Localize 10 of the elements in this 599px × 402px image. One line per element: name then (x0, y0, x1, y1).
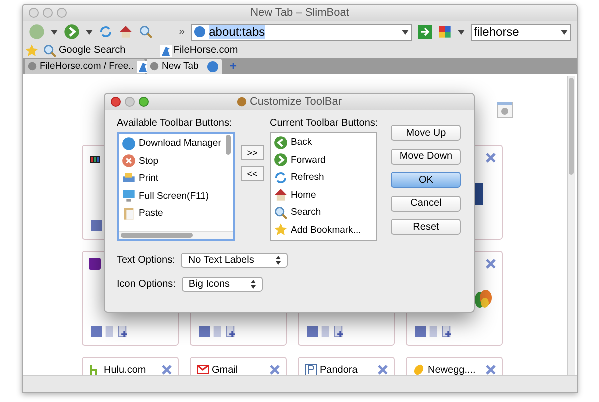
tile-title: Gmail (212, 364, 240, 375)
option-label: Icon Options: (117, 279, 176, 290)
option-label: Text Options: (117, 255, 176, 266)
tile-title: Newegg.... (428, 364, 477, 375)
tile-title: Hulu.com (104, 364, 148, 375)
list-label: Available Toolbar Buttons: (117, 118, 234, 129)
dialog-title: Customize ToolBar (250, 96, 342, 108)
tile-title: Pandora (320, 364, 359, 375)
list-label: Current Toolbar Buttons: (270, 118, 378, 129)
window-title: New Tab – SlimBoat (250, 7, 350, 19)
